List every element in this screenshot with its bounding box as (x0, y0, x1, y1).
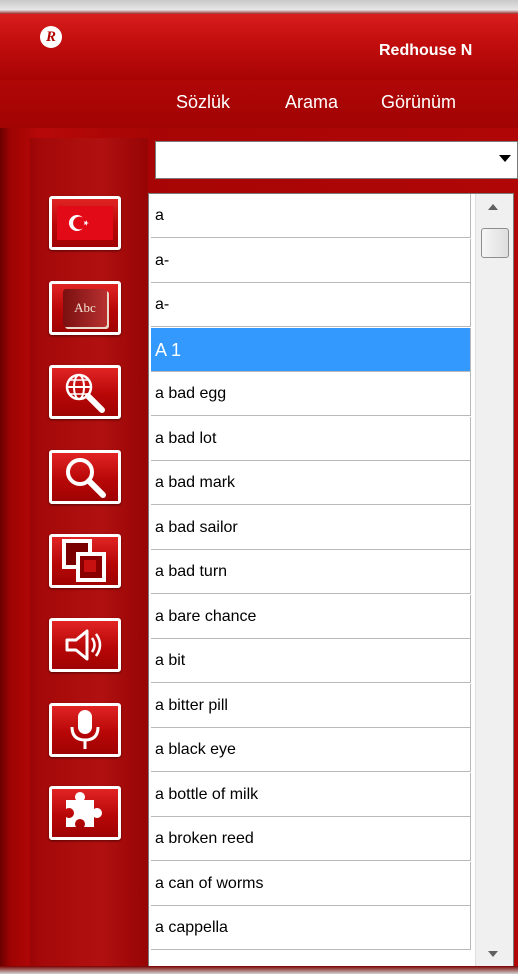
abc-label: Abc (74, 300, 96, 315)
list-item[interactable]: a bad egg (151, 372, 471, 416)
list-item[interactable]: a (151, 194, 471, 238)
search-combobox[interactable] (155, 141, 518, 179)
turkish-flag-icon (57, 206, 113, 240)
english-dictionary-button[interactable]: Abc (49, 281, 121, 335)
list-item[interactable]: a broken reed (151, 817, 471, 861)
scroll-down-arrow-icon[interactable] (488, 951, 498, 957)
menu-arama[interactable]: Arama (285, 92, 338, 113)
list-item[interactable]: a bitter pill (151, 684, 471, 728)
list-item[interactable]: a bottle of milk (151, 773, 471, 817)
word-list[interactable]: a a-a- A 1a bad egg a bad lot a bad mark a ba… (148, 193, 514, 968)
menu-gorunum[interactable]: Görünüm (381, 92, 456, 113)
list-item[interactable]: a bad turn (151, 550, 471, 594)
turkish-dictionary-button[interactable] (49, 196, 121, 250)
list-item[interactable]: a black eye (151, 728, 471, 772)
web-search-button[interactable] (49, 365, 121, 419)
compare-button[interactable] (49, 534, 121, 588)
abc-book-icon: Abc (63, 289, 107, 327)
list-item[interactable]: a- (151, 283, 471, 327)
globe-search-icon (65, 373, 105, 413)
list-item-selected[interactable]: A 1 (151, 328, 471, 372)
pronunciation-button[interactable] (49, 618, 121, 672)
app-logo-icon: R (40, 26, 62, 48)
list-item[interactable]: a bare chance (151, 595, 471, 639)
search-button[interactable] (49, 450, 121, 504)
voice-input-button[interactable] (49, 703, 121, 757)
magnifier-icon (66, 458, 106, 498)
scroll-thumb[interactable] (481, 228, 509, 258)
window-bottom-edge (0, 966, 518, 974)
list-item[interactable]: a cappella (151, 906, 471, 950)
menu-sozluk[interactable]: Sözlük (176, 92, 230, 113)
microphone-icon (70, 710, 100, 749)
list-item[interactable]: a bad mark (151, 461, 471, 505)
vertical-scrollbar[interactable] (475, 194, 513, 967)
list-item[interactable]: a bad lot (151, 417, 471, 461)
dropdown-arrow-icon[interactable] (499, 155, 511, 162)
list-item[interactable]: a bit (151, 639, 471, 683)
list-item[interactable]: a- (151, 239, 471, 283)
speaker-icon (65, 629, 102, 661)
window-top-edge (0, 0, 518, 14)
puzzle-icon (66, 792, 102, 827)
squares-icon (62, 539, 106, 582)
search-input[interactable] (156, 142, 476, 178)
list-item[interactable]: a bad sailor (151, 506, 471, 550)
list-item[interactable]: a can of worms (151, 862, 471, 906)
games-button[interactable] (49, 786, 121, 840)
app-window: R Redhouse N Sözlük Arama Görünüm Abc a … (0, 0, 518, 974)
scroll-up-arrow-icon[interactable] (488, 204, 498, 210)
app-title: Redhouse N (379, 42, 473, 59)
